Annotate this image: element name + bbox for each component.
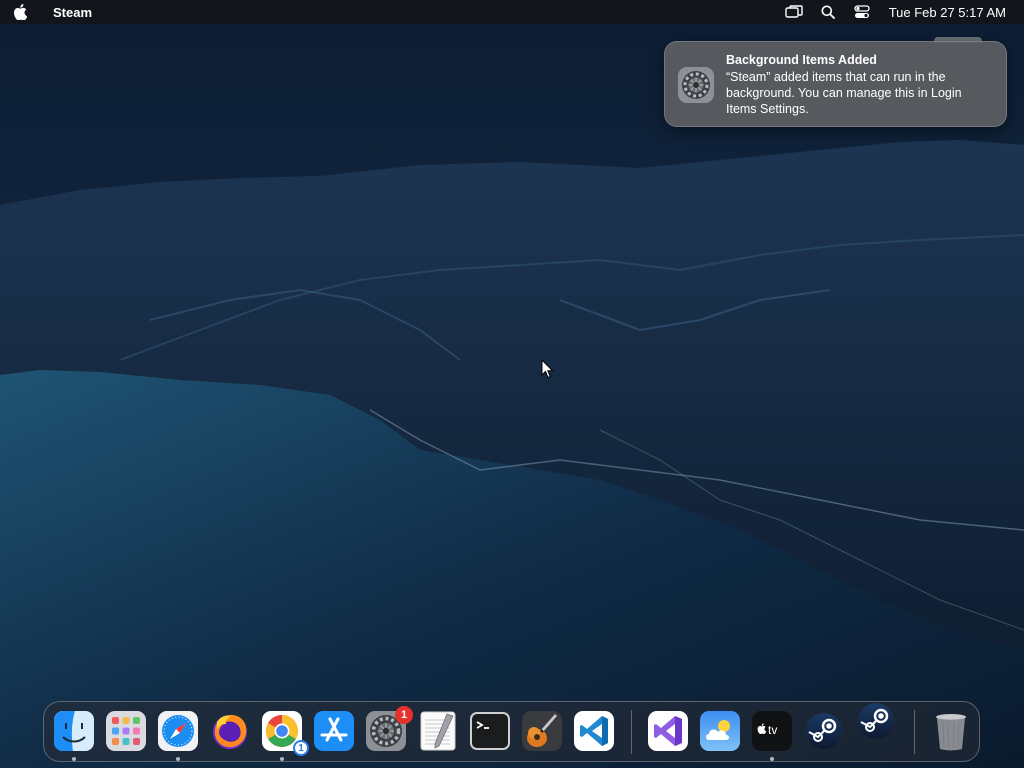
dock-apple-tv[interactable]: tv <box>751 710 793 752</box>
dock-finder[interactable] <box>53 710 95 752</box>
menu-bar-clock[interactable]: Tue Feb 27 5:17 AM <box>889 5 1006 20</box>
apple-icon[interactable] <box>0 4 40 20</box>
safari-icon <box>158 711 198 751</box>
dock-launchpad[interactable] <box>105 710 147 752</box>
visual-studio-icon <box>648 711 688 751</box>
terminal-icon <box>470 712 510 750</box>
dock-terminal[interactable] <box>469 710 511 752</box>
dock-separator <box>631 710 632 754</box>
background-items-notification[interactable]: Background Items Added “Steam” added ite… <box>664 41 1007 127</box>
dock-steam[interactable] <box>803 710 845 752</box>
dock-visual-studio[interactable] <box>647 710 689 752</box>
dock-safari[interactable] <box>157 710 199 752</box>
system-settings-icon <box>677 66 715 104</box>
steam-icon <box>806 713 842 749</box>
dock: 1 1 tv <box>43 701 980 762</box>
notification-body: “Steam” added items that can run in the … <box>726 70 962 116</box>
screen-mirroring-icon[interactable] <box>777 0 811 24</box>
dock-textedit[interactable] <box>417 710 459 752</box>
dock-app-store[interactable] <box>313 710 355 752</box>
dock-system-settings[interactable]: 1 <box>365 706 413 752</box>
dock-separator <box>914 710 915 754</box>
mouse-pointer-icon <box>541 358 555 384</box>
dock-chrome[interactable]: 1 <box>261 710 309 756</box>
spotlight-search-icon[interactable] <box>811 0 845 24</box>
vscode-icon <box>574 711 614 751</box>
apple-tv-label: tv <box>768 723 777 737</box>
trash-icon <box>936 714 966 751</box>
running-indicator <box>72 757 76 761</box>
running-indicator <box>280 757 284 761</box>
apple-tv-icon: tv <box>752 711 792 751</box>
notification-title: Background Items Added <box>726 53 877 67</box>
firefox-icon <box>213 714 247 749</box>
control-center-icon[interactable] <box>845 0 879 24</box>
dock-vscode[interactable] <box>573 710 615 752</box>
running-indicator <box>770 757 774 761</box>
chrome-update-badge: 1 <box>293 740 309 756</box>
active-app-name[interactable]: Steam <box>53 5 92 20</box>
dock-garageband[interactable] <box>521 710 563 752</box>
dock-firefox[interactable] <box>209 710 251 752</box>
launchpad-icon <box>106 711 146 751</box>
dock-steam-helper[interactable] <box>855 700 897 742</box>
dock-weather[interactable] <box>699 710 741 752</box>
app-store-icon <box>314 711 354 751</box>
dock-trash[interactable] <box>930 710 972 752</box>
textedit-icon <box>420 711 456 751</box>
running-indicator <box>176 757 180 761</box>
finder-icon <box>54 711 94 751</box>
garageband-icon <box>522 711 562 751</box>
steam-icon <box>858 703 894 739</box>
menu-bar: Steam Tue Feb 27 5:17 AM <box>0 0 1024 24</box>
settings-notification-badge: 1 <box>395 706 413 724</box>
weather-icon <box>700 711 740 751</box>
